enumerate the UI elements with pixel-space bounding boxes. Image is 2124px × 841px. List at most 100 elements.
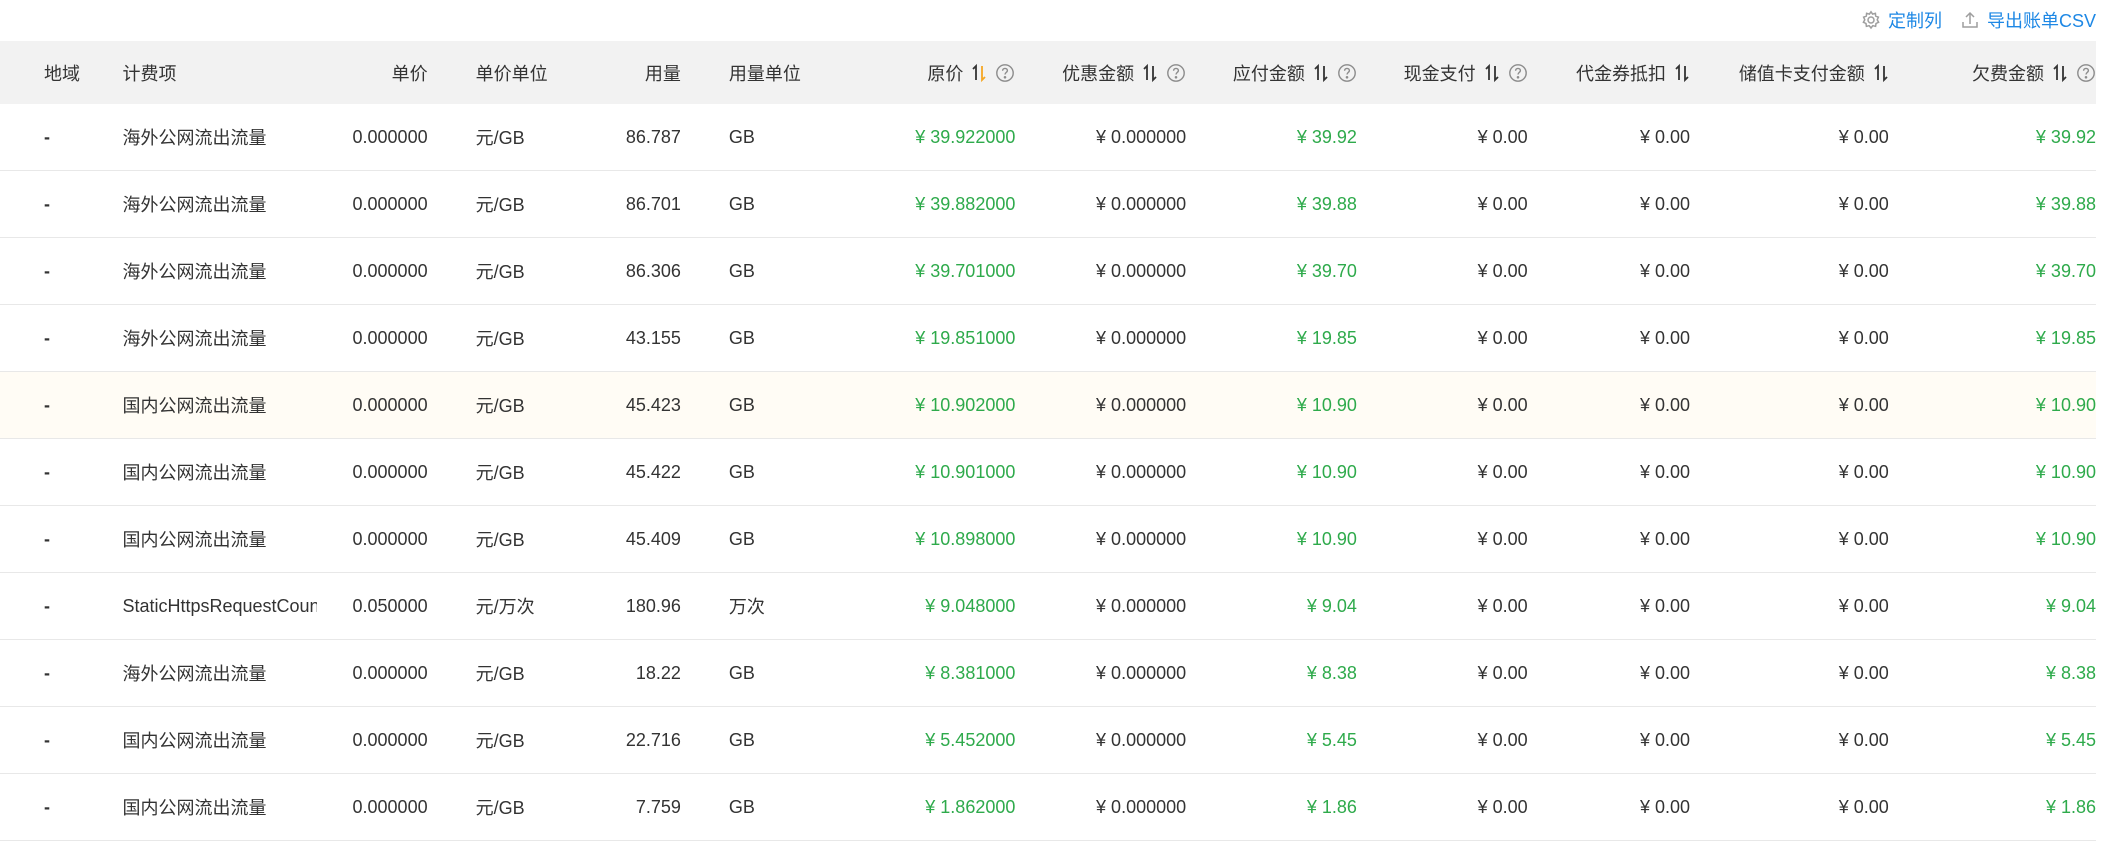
cell-unit-price-unit: 元/GB: [475, 396, 525, 416]
cell-arrears-amount: ¥ 8.38: [2045, 662, 2096, 683]
column-header-label: 计费项: [122, 63, 177, 84]
cell-voucher-deduction: ¥ 0.00: [1640, 595, 1691, 616]
table-toolbar: 定制列 导出账单CSV: [1861, 0, 2096, 40]
column-header-stored-card-payment[interactable]: 储值卡支付金额: [1690, 60, 1889, 86]
column-header-arrears-amount[interactable]: 欠费金额: [1889, 60, 2096, 86]
column-header-payable-amount[interactable]: 应付金额: [1186, 60, 1357, 86]
cell-voucher-deduction: ¥ 0.00: [1640, 662, 1691, 683]
cell-unit-price: 0.000000: [352, 126, 428, 147]
cell-payable-amount: ¥ 10.90: [1296, 461, 1357, 482]
cell-region: -: [44, 126, 50, 147]
cell-usage-unit: GB: [728, 193, 755, 214]
help-icon[interactable]: [1508, 63, 1528, 83]
column-header-label: 欠费金额: [1971, 63, 2044, 84]
sort-icon[interactable]: [1674, 63, 1690, 83]
cell-usage: 86.787: [625, 126, 681, 147]
cell-voucher-deduction: ¥ 0.00: [1640, 327, 1691, 348]
column-header-usage-unit: 用量单位: [681, 60, 808, 86]
cell-cash-payment: ¥ 0.00: [1477, 327, 1528, 348]
export-csv-button[interactable]: 导出账单CSV: [1960, 7, 2096, 33]
cell-voucher-deduction: ¥ 0.00: [1640, 796, 1691, 817]
cell-unit-price: 0.000000: [352, 260, 428, 281]
cell-cash-payment: ¥ 0.00: [1477, 662, 1528, 683]
help-icon[interactable]: [995, 63, 1015, 83]
cell-arrears-amount: ¥ 10.90: [2035, 394, 2096, 415]
cell-usage-unit: GB: [728, 461, 755, 482]
cell-payable-amount: ¥ 1.86: [1306, 796, 1357, 817]
sort-icon[interactable]: [1313, 63, 1329, 83]
cell-billing-item: 海外公网流出流量: [122, 195, 267, 215]
cell-original-price: ¥ 9.048000: [925, 595, 1016, 616]
sort-icon[interactable]: [971, 63, 987, 83]
table-row: - 国内公网流出流量 0.000000 元/GB 45.422 GB ¥ 10.901000…: [0, 439, 2096, 506]
cell-unit-price-unit: 元/GB: [475, 664, 525, 684]
cell-unit-price: 0.000000: [352, 528, 428, 549]
table-row: - 海外公网流出流量 0.000000 元/GB 86.701 GB ¥ 39.882000…: [0, 171, 2096, 238]
cell-arrears-amount: ¥ 19.85: [2035, 327, 2096, 348]
cell-usage: 86.701: [625, 193, 681, 214]
table-row: - 海外公网流出流量 0.000000 元/GB 86.787 GB ¥ 39.922000…: [0, 104, 2096, 171]
cell-billing-item: 国内公网流出流量: [122, 530, 267, 550]
cell-cash-payment: ¥ 0.00: [1477, 729, 1528, 750]
column-header-unit-price-unit: 单价单位: [428, 60, 558, 86]
column-header-label: 原价: [927, 63, 964, 84]
table-body: - 海外公网流出流量 0.000000 元/GB 86.787 GB ¥ 39.922000…: [0, 104, 2096, 841]
cell-region: -: [44, 193, 50, 214]
cell-discount-amount: ¥ 0.000000: [1096, 461, 1187, 482]
cell-stored-card-payment: ¥ 0.00: [1838, 260, 1889, 281]
help-icon[interactable]: [1166, 63, 1186, 83]
cell-arrears-amount: ¥ 39.88: [2035, 193, 2096, 214]
cell-usage: 45.422: [625, 461, 681, 482]
cell-discount-amount: ¥ 0.000000: [1096, 394, 1187, 415]
cell-usage-unit: GB: [728, 260, 755, 281]
cell-cash-payment: ¥ 0.00: [1477, 193, 1528, 214]
column-header-unit-price: 单价: [317, 60, 428, 86]
cell-usage-unit: GB: [728, 528, 755, 549]
sort-icon[interactable]: [2052, 63, 2068, 83]
cell-billing-item: 国内公网流出流量: [122, 396, 267, 416]
cell-unit-price-unit: 元/GB: [475, 329, 525, 349]
cell-discount-amount: ¥ 0.000000: [1096, 662, 1187, 683]
cell-usage: 7.759: [635, 796, 681, 817]
billing-table: 地域 计费项 单价 单价单位 用量 用量单位 原价 优惠金额 应付金额 现金支付 代金券抵扣 储值卡支…: [0, 41, 2096, 841]
column-header-discount-amount[interactable]: 优惠金额: [1015, 60, 1186, 86]
cell-unit-price-unit: 元/GB: [475, 128, 525, 148]
column-header-label: 单价: [391, 63, 428, 84]
table-row: - 海外公网流出流量 0.000000 元/GB 43.155 GB ¥ 19.851000…: [0, 305, 2096, 372]
cell-unit-price-unit: 元/GB: [475, 463, 525, 483]
column-header-billing-item: 计费项: [121, 60, 317, 86]
cell-billing-item: 国内公网流出流量: [122, 463, 267, 483]
cell-discount-amount: ¥ 0.000000: [1096, 126, 1187, 147]
cell-billing-item: 海外公网流出流量: [122, 664, 267, 684]
column-header-label: 用量单位: [728, 63, 801, 84]
column-header-cash-payment[interactable]: 现金支付: [1357, 60, 1528, 86]
cell-payable-amount: ¥ 5.45: [1306, 729, 1357, 750]
sort-icon[interactable]: [1873, 63, 1889, 83]
customize-columns-button[interactable]: 定制列: [1861, 7, 1942, 33]
cell-region: -: [44, 528, 50, 549]
cell-cash-payment: ¥ 0.00: [1477, 126, 1528, 147]
cell-region: -: [44, 260, 50, 281]
upload-icon: [1960, 10, 1980, 30]
cell-usage: 180.96: [625, 595, 681, 616]
cell-original-price: ¥ 19.851000: [915, 327, 1016, 348]
cell-region: -: [44, 796, 50, 817]
help-icon[interactable]: [2076, 63, 2096, 83]
cell-stored-card-payment: ¥ 0.00: [1838, 796, 1889, 817]
customize-columns-label: 定制列: [1887, 11, 1942, 31]
cell-region: -: [44, 595, 50, 616]
cell-usage-unit: GB: [728, 662, 755, 683]
column-header-region: 地域: [0, 60, 121, 86]
cell-unit-price-unit: 元/万次: [475, 597, 535, 617]
cell-cash-payment: ¥ 0.00: [1477, 796, 1528, 817]
cell-stored-card-payment: ¥ 0.00: [1838, 193, 1889, 214]
sort-icon[interactable]: [1484, 63, 1500, 83]
sort-icon[interactable]: [1142, 63, 1158, 83]
help-icon[interactable]: [1337, 63, 1357, 83]
table-row: - 国内公网流出流量 0.000000 元/GB 7.759 GB ¥ 1.862000 ¥ …: [0, 774, 2096, 841]
column-header-label: 地域: [44, 63, 80, 84]
column-header-original-price[interactable]: 原价: [808, 60, 1015, 86]
cell-voucher-deduction: ¥ 0.00: [1640, 528, 1691, 549]
cell-cash-payment: ¥ 0.00: [1477, 595, 1528, 616]
column-header-voucher-deduction[interactable]: 代金券抵扣: [1528, 60, 1690, 86]
